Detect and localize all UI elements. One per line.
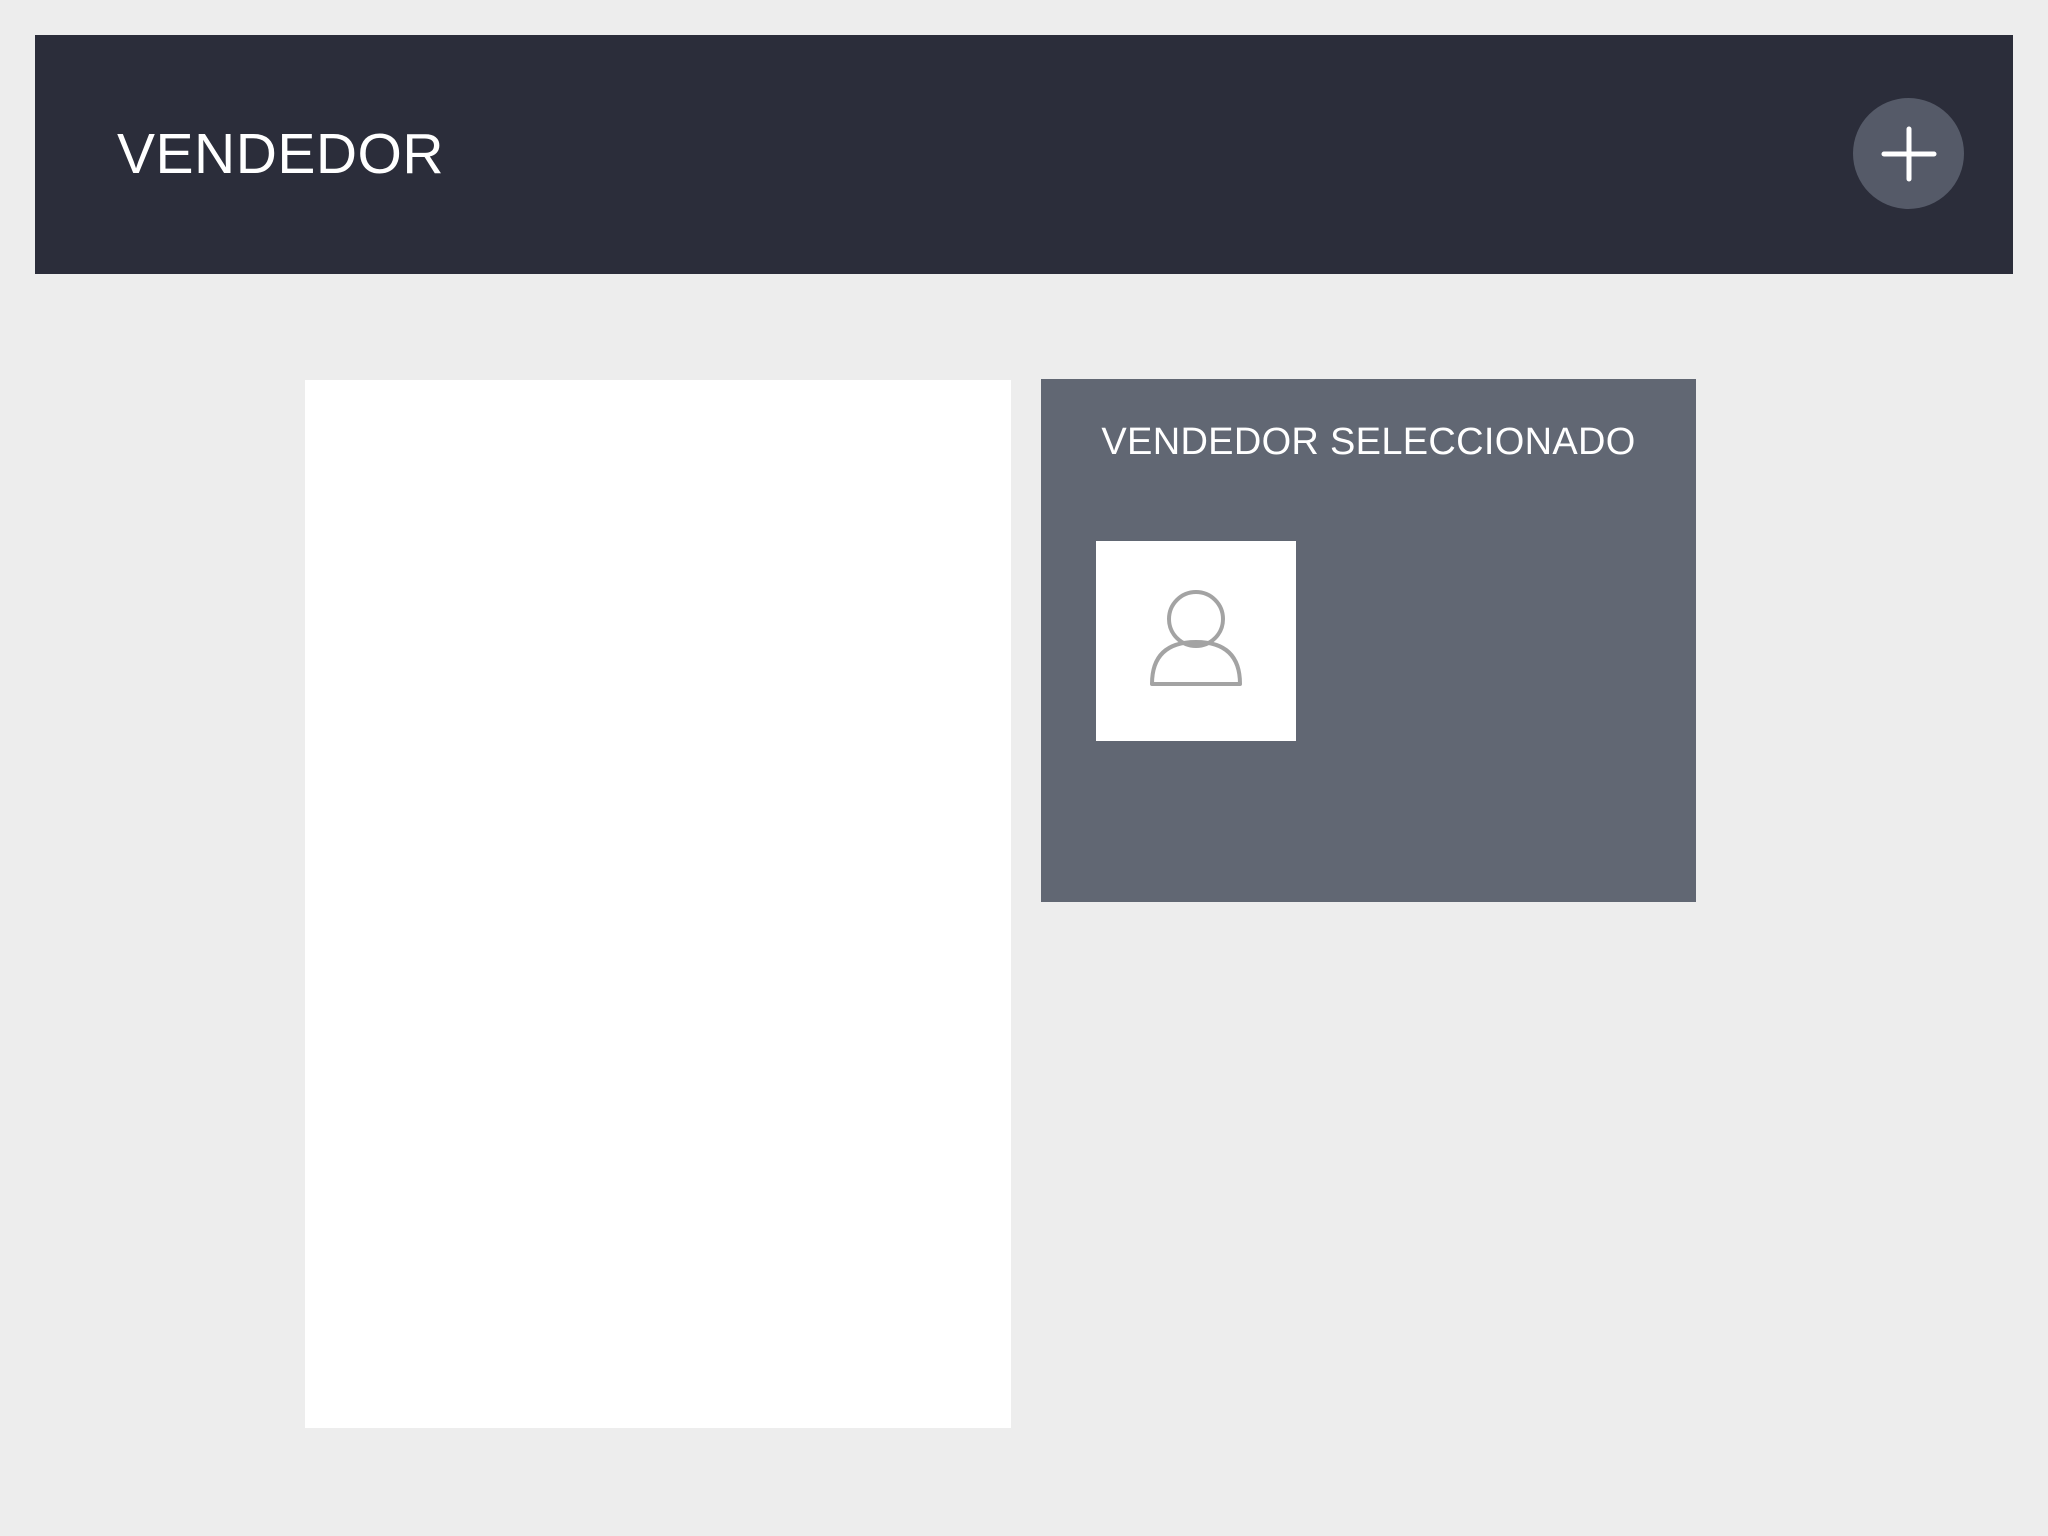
person-icon: [1150, 590, 1242, 686]
selected-vendor-panel: VENDEDOR SELECCIONADO: [1041, 379, 1696, 902]
header-bar: VENDEDOR: [35, 35, 2013, 274]
page-title: VENDEDOR: [117, 122, 445, 186]
add-vendor-button[interactable]: [1853, 98, 1964, 209]
vendedor-screen: VENDEDOR VENDEDOR SELECCIONADO: [0, 0, 2048, 1536]
avatar: [1096, 541, 1296, 741]
plus-icon: [1881, 126, 1936, 181]
vendor-list[interactable]: [305, 380, 1011, 1428]
selected-vendor-title: VENDEDOR SELECCIONADO: [1101, 421, 1636, 463]
